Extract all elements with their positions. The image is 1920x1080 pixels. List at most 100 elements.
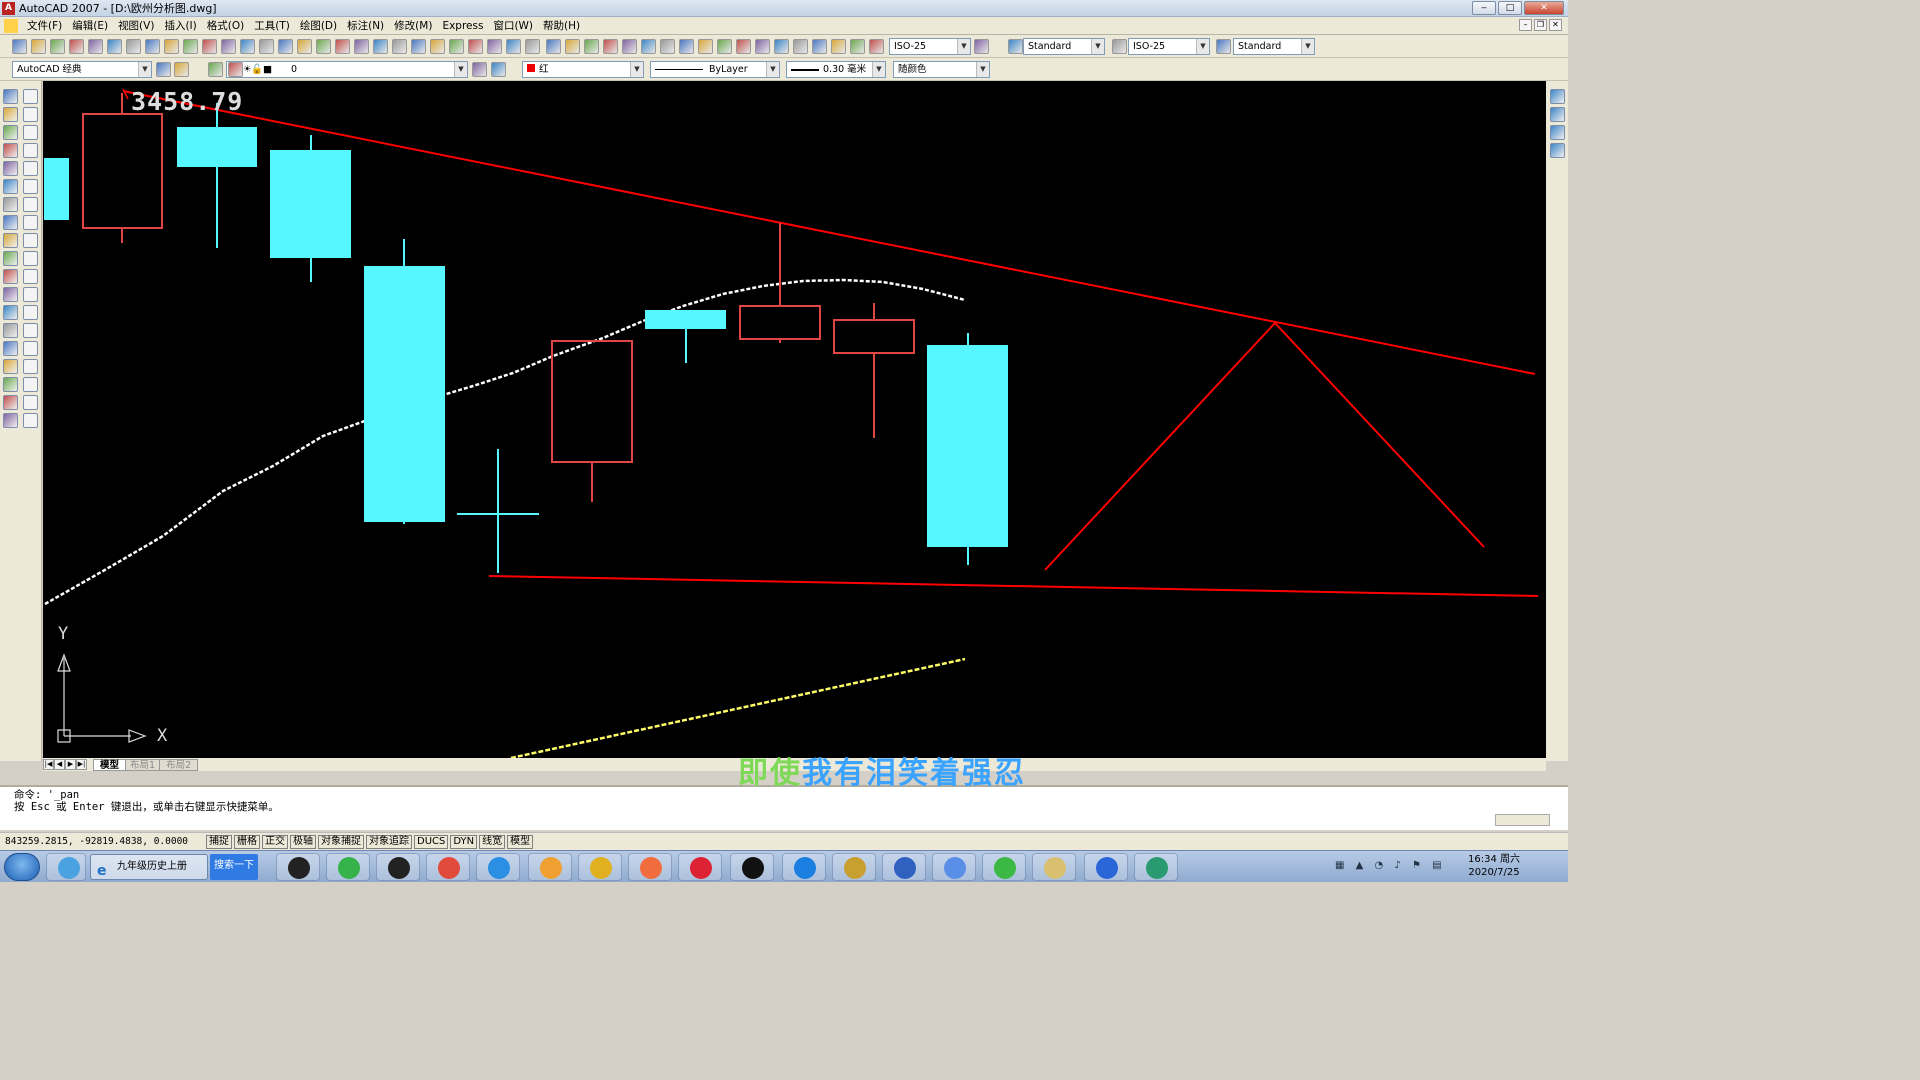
toolbar-tool-icon[interactable] [23, 125, 38, 140]
toolbar-tool-icon[interactable] [3, 323, 18, 338]
toolbar-tool-icon[interactable] [3, 197, 18, 212]
tablestyle-combo[interactable]: Standard ▼ [1233, 38, 1315, 55]
toolbar-tool-icon[interactable] [3, 305, 18, 320]
menu-item-5[interactable]: 工具(T) [249, 18, 295, 33]
toolbar-tool-icon[interactable] [3, 359, 18, 374]
toolbar-tool-icon[interactable] [3, 269, 18, 284]
prev-tab-icon[interactable]: ◀ [54, 759, 65, 770]
toolbar-tool-icon[interactable] [3, 377, 18, 392]
toolbar-tool-icon[interactable] [736, 39, 751, 54]
toolbar-tool-icon[interactable] [373, 39, 388, 54]
toolbar-tool-icon[interactable] [1008, 39, 1023, 54]
toolbar-tool-icon[interactable] [23, 107, 38, 122]
toolbar-tool-icon[interactable] [774, 39, 789, 54]
toolbar-tool-icon[interactable] [126, 39, 141, 54]
toolbar-tool-icon[interactable] [698, 39, 713, 54]
toolbar-tool-icon[interactable] [69, 39, 84, 54]
menu-item-9[interactable]: Express [437, 20, 488, 32]
toolbar-tool-icon[interactable] [3, 215, 18, 230]
toolbar-tool-icon[interactable] [23, 215, 38, 230]
toolbar-tool-icon[interactable] [491, 62, 506, 77]
lineweight-combo[interactable]: 0.30 毫米 ▼ [786, 61, 886, 78]
document-icon[interactable] [4, 18, 18, 33]
close-button[interactable]: ✕ [1524, 1, 1564, 15]
doc-minimize-button[interactable]: – [1519, 19, 1532, 31]
autocad-app-icon[interactable]: A [2, 1, 15, 15]
toolbar-tool-icon[interactable] [793, 39, 808, 54]
toolbar-tool-icon[interactable] [23, 413, 38, 428]
toolbar-tool-icon[interactable] [335, 39, 350, 54]
menu-item-1[interactable]: 编辑(E) [67, 18, 113, 33]
toolbar-tool-icon[interactable] [156, 62, 171, 77]
toolbar-tool-icon[interactable] [660, 39, 675, 54]
toolbar-tool-icon[interactable] [3, 143, 18, 158]
textstyle-combo[interactable]: Standard ▼ [1023, 38, 1105, 55]
chevron-down-icon[interactable]: ▼ [766, 62, 779, 77]
status-toggle-5[interactable]: 对象追踪 [366, 834, 412, 849]
command-scrollbar[interactable] [1495, 814, 1550, 826]
toolbar-tool-icon[interactable] [487, 39, 502, 54]
taskbar-app-icon[interactable] [982, 853, 1026, 881]
toolbar-tool-icon[interactable] [850, 39, 865, 54]
toolbar-tool-icon[interactable] [174, 62, 189, 77]
toolbar-tool-icon[interactable] [411, 39, 426, 54]
toolbar-tool-icon[interactable] [183, 39, 198, 54]
menu-item-0[interactable]: 文件(F) [22, 18, 67, 33]
toolbar-tool-icon[interactable] [23, 161, 38, 176]
taskbar-app-icon[interactable] [1134, 853, 1178, 881]
taskbar-app-icon[interactable] [678, 853, 722, 881]
status-toggle-9[interactable]: 模型 [507, 834, 534, 849]
toolbar-tool-icon[interactable] [23, 197, 38, 212]
toolbar-tool-icon[interactable] [259, 39, 274, 54]
toolbar-tool-icon[interactable] [869, 39, 884, 54]
status-toggle-2[interactable]: 正交 [262, 834, 288, 849]
taskbar-app-icon[interactable] [376, 853, 420, 881]
taskbar-app-icon[interactable] [832, 853, 876, 881]
toolbar-tool-icon[interactable] [221, 39, 236, 54]
toolbar-tool-icon[interactable] [974, 39, 989, 54]
toolbar-tool-icon[interactable] [3, 161, 18, 176]
menu-item-2[interactable]: 视图(V) [113, 18, 159, 33]
taskbar-app-icon[interactable] [932, 853, 976, 881]
toolbar-tool-icon[interactable] [472, 62, 487, 77]
toolbar-tool-icon[interactable] [202, 39, 217, 54]
taskbar-clock[interactable]: 16:34 周六 2020/7/25 [1462, 853, 1526, 879]
toolbar-tool-icon[interactable] [240, 39, 255, 54]
toolbar-tool-icon[interactable] [107, 39, 122, 54]
plotstyle-combo[interactable]: 随颜色 ▼ [893, 61, 990, 78]
linetype-combo[interactable]: ByLayer ▼ [650, 61, 780, 78]
taskbar-app-icon[interactable] [476, 853, 520, 881]
toolbar-tool-icon[interactable] [297, 39, 312, 54]
toolbar-tool-icon[interactable] [3, 179, 18, 194]
taskbar-app-icon[interactable] [882, 853, 926, 881]
toolbar-tool-icon[interactable] [354, 39, 369, 54]
toolbar-tool-icon[interactable] [228, 62, 243, 77]
status-toggle-3[interactable]: 极轴 [290, 834, 316, 849]
toolbar-tool-icon[interactable] [546, 39, 561, 54]
workspace-combo[interactable]: AutoCAD 经典 ▼ [12, 61, 152, 78]
taskbar-app-icon[interactable] [578, 853, 622, 881]
draw-order-icon[interactable] [1550, 143, 1565, 158]
toolbar-tool-icon[interactable] [88, 39, 103, 54]
last-tab-icon[interactable]: ▶| [76, 759, 87, 770]
toolbar-tool-icon[interactable] [23, 323, 38, 338]
toolbar-tool-icon[interactable] [23, 305, 38, 320]
maximize-button[interactable]: □ [1498, 1, 1522, 15]
taskbar-app-icon[interactable] [326, 853, 370, 881]
toolbar-tool-icon[interactable] [23, 269, 38, 284]
chevron-down-icon[interactable]: ▼ [138, 62, 151, 77]
chevron-down-icon[interactable]: ▼ [957, 39, 970, 54]
chevron-down-icon[interactable]: ▼ [630, 62, 643, 77]
toolbar-tool-icon[interactable] [23, 395, 38, 410]
toolbar-tool-icon[interactable] [603, 39, 618, 54]
first-tab-icon[interactable]: |◀ [43, 759, 54, 770]
layer-combo[interactable]: 💡☀🔓■ 0 ▼ [226, 61, 468, 78]
toolbar-tool-icon[interactable] [717, 39, 732, 54]
menu-item-3[interactable]: 插入(I) [159, 18, 201, 33]
chevron-down-icon[interactable]: ▼ [1196, 39, 1209, 54]
chevron-down-icon[interactable]: ▼ [1301, 39, 1314, 54]
toolbar-tool-icon[interactable] [3, 413, 18, 428]
next-tab-icon[interactable]: ▶ [65, 759, 76, 770]
system-tray-icons[interactable]: ▦ ▲ ◔ ♪ ⚑ ▤ [1335, 860, 1446, 871]
toolbar-tool-icon[interactable] [3, 287, 18, 302]
